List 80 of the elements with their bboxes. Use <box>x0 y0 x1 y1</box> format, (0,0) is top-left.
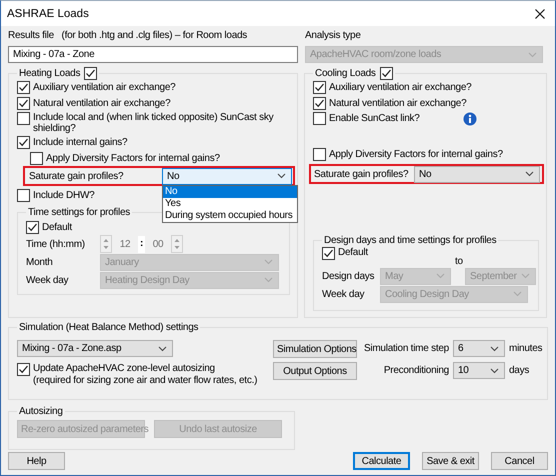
dropdown[interactable]: No <box>414 166 540 182</box>
checkbox-label: Natural ventilation air exchange? <box>329 98 466 109</box>
spinner-arrows-icon <box>100 235 112 253</box>
checkbox[interactable] <box>17 189 30 202</box>
checkbox-label: Include local and (when link ticked opposite) SunCast sky shielding? <box>33 112 274 134</box>
chevron-icon <box>436 273 445 279</box>
window-title: ASHRAE Loads <box>7 8 89 20</box>
dropdown[interactable]: No <box>162 168 292 184</box>
chevron-icon <box>264 259 273 265</box>
field-label: Analysis type <box>305 29 362 43</box>
group-title: Heating Loads <box>19 68 80 78</box>
checkbox[interactable] <box>17 136 30 150</box>
close-icon <box>535 8 545 18</box>
chevron-icon <box>513 291 522 297</box>
button[interactable]: Save & exit <box>422 452 479 470</box>
checkbox[interactable] <box>30 152 43 165</box>
checkbox[interactable] <box>17 112 30 125</box>
checkbox[interactable] <box>313 96 326 110</box>
checkbox-label: Include internal gains? <box>33 137 128 148</box>
chevron-icon <box>528 52 537 58</box>
chevron-icon <box>525 171 534 177</box>
field-label: Week day <box>26 274 70 286</box>
dropdown[interactable]: 10 <box>453 362 505 379</box>
checkbox-label: Natural ventilation air exchange? <box>33 98 170 109</box>
checkbox[interactable] <box>313 148 326 161</box>
unit-label: days <box>509 365 530 376</box>
chevron-icon <box>521 273 530 279</box>
button[interactable]: Calculate <box>353 452 410 470</box>
field-label: Time (hh:mm) <box>26 238 86 250</box>
group-title: Autosizing <box>19 406 63 416</box>
dropdown[interactable]: 6 <box>453 340 505 357</box>
field-label: Results file (for both .htg and .clg files) – for Room loads <box>8 29 248 43</box>
checkbox-label: Default <box>42 222 72 233</box>
chevron-icon <box>277 173 286 179</box>
checkbox-label: Enable SunCast link? <box>329 113 420 124</box>
text-field[interactable]: Mixing - 07a - Zone <box>8 46 298 63</box>
button[interactable]: Output Options <box>273 362 357 380</box>
chevron-icon <box>158 346 167 352</box>
field-label: Simulation time step <box>362 343 449 354</box>
checkbox[interactable] <box>313 81 326 94</box>
time-separator: : <box>138 236 145 252</box>
unit-label: minutes <box>509 343 542 354</box>
field-label: Month <box>26 256 54 268</box>
checkbox-label: Include DHW? <box>33 190 94 202</box>
chevron-icon <box>264 277 273 283</box>
spinner-arrows-icon <box>171 235 183 253</box>
button[interactable]: Help <box>8 452 65 470</box>
group-title: Simulation (Heat Balance Method) settings <box>19 322 198 332</box>
button[interactable]: Cancel <box>491 452 548 470</box>
button[interactable]: Simulation Options <box>273 340 357 358</box>
checkbox-label: Auxiliary ventilation air exchange? <box>329 82 472 94</box>
field-label: Week day <box>322 288 366 300</box>
dropdown-option[interactable]: During system occupied hours <box>163 210 297 222</box>
close-button[interactable] <box>533 6 547 20</box>
checkbox[interactable] <box>84 66 98 80</box>
field-label: Saturate gain profiles? <box>29 170 124 182</box>
group-title: Time settings for profiles <box>28 207 130 218</box>
checkbox-label: Default <box>338 247 368 258</box>
field-label: Preconditioning <box>382 365 449 376</box>
dropdown[interactable]: Mixing - 07a - Zone.asp <box>17 340 173 357</box>
dropdown-option[interactable]: No <box>163 186 297 198</box>
checkbox[interactable] <box>322 247 335 260</box>
field-label: to <box>454 256 463 267</box>
checkbox-label: Apply Diversity Factors for internal gains? <box>46 152 220 164</box>
field-label: Design days <box>322 270 376 282</box>
checkbox[interactable] <box>380 66 393 80</box>
checkbox[interactable] <box>17 81 30 94</box>
group-title: Cooling Loads <box>315 68 376 78</box>
chevron-icon <box>490 368 499 374</box>
checkbox[interactable] <box>17 363 30 376</box>
group-title: Design days and time settings for profiles <box>324 234 496 246</box>
checkbox-label: Apply Diversity Factors for internal gains? <box>329 148 503 160</box>
checkbox-label: Update ApacheHVAC zone-level autosizing (required for sizing zone air and water flow rates, etc.) <box>33 363 258 387</box>
checkbox-label: Auxiliary ventilation air exchange? <box>33 82 176 94</box>
chevron-icon <box>490 346 499 352</box>
checkbox[interactable] <box>26 220 39 234</box>
checkbox[interactable] <box>17 96 30 110</box>
dropdown-option[interactable]: Yes <box>163 198 297 210</box>
checkbox[interactable] <box>313 112 326 126</box>
field-label: Saturate gain profiles? <box>314 168 410 180</box>
